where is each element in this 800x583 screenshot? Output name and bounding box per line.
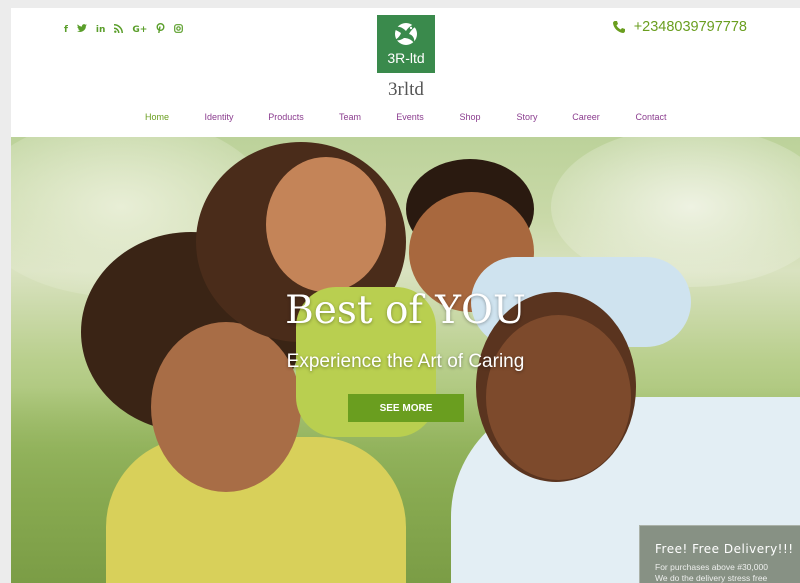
twitter-icon[interactable] <box>76 23 87 36</box>
promo-line-2: We do the delivery stress free <box>655 573 768 583</box>
phone-contact[interactable]: +2348039797778 <box>612 19 747 35</box>
nav-story[interactable]: Story <box>516 112 537 122</box>
eagle-logo-icon <box>393 23 421 45</box>
logo[interactable]: 3R-ltd <box>377 15 435 73</box>
nav-events[interactable]: Events <box>396 112 424 122</box>
nav-identity[interactable]: Identity <box>204 112 233 122</box>
pinterest-icon[interactable] <box>156 23 165 36</box>
phone-icon <box>612 21 625 33</box>
nav-career[interactable]: Career <box>572 112 600 122</box>
google-plus-icon[interactable]: G+ <box>132 25 147 35</box>
page: f in G+ 3R-ltd 3rltd +2348039797778 Home… <box>11 8 800 583</box>
promo-line-1: For purchases above #30,000 <box>655 562 768 572</box>
nav-team[interactable]: Team <box>339 112 361 122</box>
hero-title: Best of YOU <box>285 288 526 333</box>
nav-contact[interactable]: Contact <box>635 112 666 122</box>
nav-shop[interactable]: Shop <box>459 112 480 122</box>
social-links: f in G+ <box>64 23 184 36</box>
nav-products[interactable]: Products <box>268 112 304 122</box>
see-more-button[interactable]: SEE MORE <box>348 394 464 422</box>
delivery-promo[interactable]: Free! Free Delivery!!! For purchases abo… <box>639 525 800 583</box>
linkedin-icon[interactable]: in <box>96 25 106 35</box>
nav-home[interactable]: Home <box>145 112 169 122</box>
hero-subtitle: Experience the Art of Caring <box>286 351 525 372</box>
instagram-icon[interactable] <box>174 23 184 36</box>
facebook-icon[interactable]: f <box>64 25 68 35</box>
promo-title: Free! Free Delivery!!! <box>655 542 794 556</box>
brand-name: 3rltd <box>388 79 424 100</box>
logo-text: 3R-ltd <box>387 50 425 66</box>
phone-number: +2348039797778 <box>633 19 747 35</box>
rss-icon[interactable] <box>114 23 124 36</box>
hero-banner: Best of YOU Experience the Art of Caring… <box>11 137 800 583</box>
